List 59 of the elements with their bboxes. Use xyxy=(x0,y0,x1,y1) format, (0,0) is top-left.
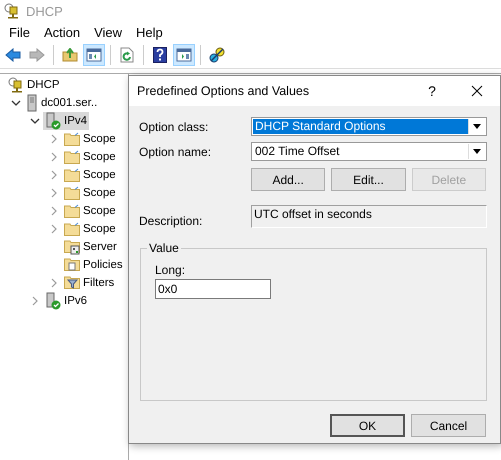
dialog-title: Predefined Options and Values xyxy=(137,84,310,98)
forward-arrow-icon xyxy=(29,48,45,62)
field-label: Option name: xyxy=(139,144,212,158)
menu-item[interactable]: View xyxy=(87,22,130,42)
tree-item[interactable]: IPv6 xyxy=(43,292,90,310)
tree-item[interactable]: Scope xyxy=(62,130,118,148)
folder-icon xyxy=(64,168,80,182)
server-ok-icon xyxy=(45,112,61,130)
server-ok-icon xyxy=(45,292,61,310)
server-icon xyxy=(26,94,38,112)
tree-item[interactable]: Server xyxy=(62,238,119,256)
help-button[interactable]: ? xyxy=(410,83,454,99)
folder-icon xyxy=(64,222,80,236)
dropdown-value: 002 Time Offset xyxy=(254,144,340,159)
dropdown-value: DHCP Standard Options xyxy=(253,119,468,134)
tree-item[interactable]: Scope xyxy=(62,148,118,166)
pane-toggle-icon xyxy=(176,48,192,62)
tree-item[interactable]: Scope xyxy=(62,166,118,184)
tree-item[interactable]: IPv4 xyxy=(43,112,90,130)
folder-icon xyxy=(64,204,80,218)
tree-item[interactable]: Policies xyxy=(62,256,125,274)
dropdown[interactable]: DHCP Standard Options xyxy=(251,117,487,136)
dropdown[interactable]: 002 Time Offset xyxy=(251,142,487,161)
close-icon xyxy=(471,85,483,97)
dialog-button[interactable]: Edit... xyxy=(331,168,406,191)
dialog-button[interactable]: Add... xyxy=(251,168,326,191)
help-icon xyxy=(153,47,167,63)
field-label: Option class: xyxy=(139,120,210,134)
tree-item[interactable]: Filters xyxy=(62,274,116,292)
tree-item[interactable]: dc001.ser.. xyxy=(24,94,100,112)
dropdown-arrow-icon xyxy=(473,149,481,154)
menu-item[interactable]: Help xyxy=(129,22,170,42)
dhcp-server-icon xyxy=(4,3,20,19)
pane-toggle-icon xyxy=(86,48,102,62)
folder-document-icon xyxy=(64,257,80,273)
input-field[interactable]: 0x0 xyxy=(155,279,271,299)
tree-item[interactable]: DHCP xyxy=(6,76,62,94)
description-label: Description: xyxy=(139,214,204,228)
folder-icon xyxy=(64,132,80,146)
tree-item[interactable]: Scope xyxy=(62,220,118,238)
menu-item[interactable]: Action xyxy=(36,22,88,42)
tree-item[interactable]: Scope xyxy=(62,184,118,202)
refresh-icon xyxy=(120,47,134,63)
dhcp-server-icon xyxy=(8,77,24,93)
description-field: UTC offset in seconds xyxy=(251,205,487,228)
field-label: Long: xyxy=(155,263,186,277)
folder-icon xyxy=(64,186,80,200)
folder-up-icon xyxy=(62,48,78,62)
group-title: Value xyxy=(147,241,181,255)
folder-icon xyxy=(64,150,80,164)
dialog-button[interactable]: Cancel xyxy=(411,414,486,437)
folder-server-icon xyxy=(64,239,80,255)
folder-filter-icon xyxy=(64,275,80,291)
window-title: DHCP xyxy=(26,4,63,18)
back-arrow-icon xyxy=(5,48,21,62)
menu-item[interactable]: File xyxy=(2,22,37,42)
dialog-button[interactable]: OK xyxy=(330,414,405,437)
tree-item[interactable]: Scope xyxy=(62,202,118,220)
dropdown-arrow-icon xyxy=(473,124,481,129)
